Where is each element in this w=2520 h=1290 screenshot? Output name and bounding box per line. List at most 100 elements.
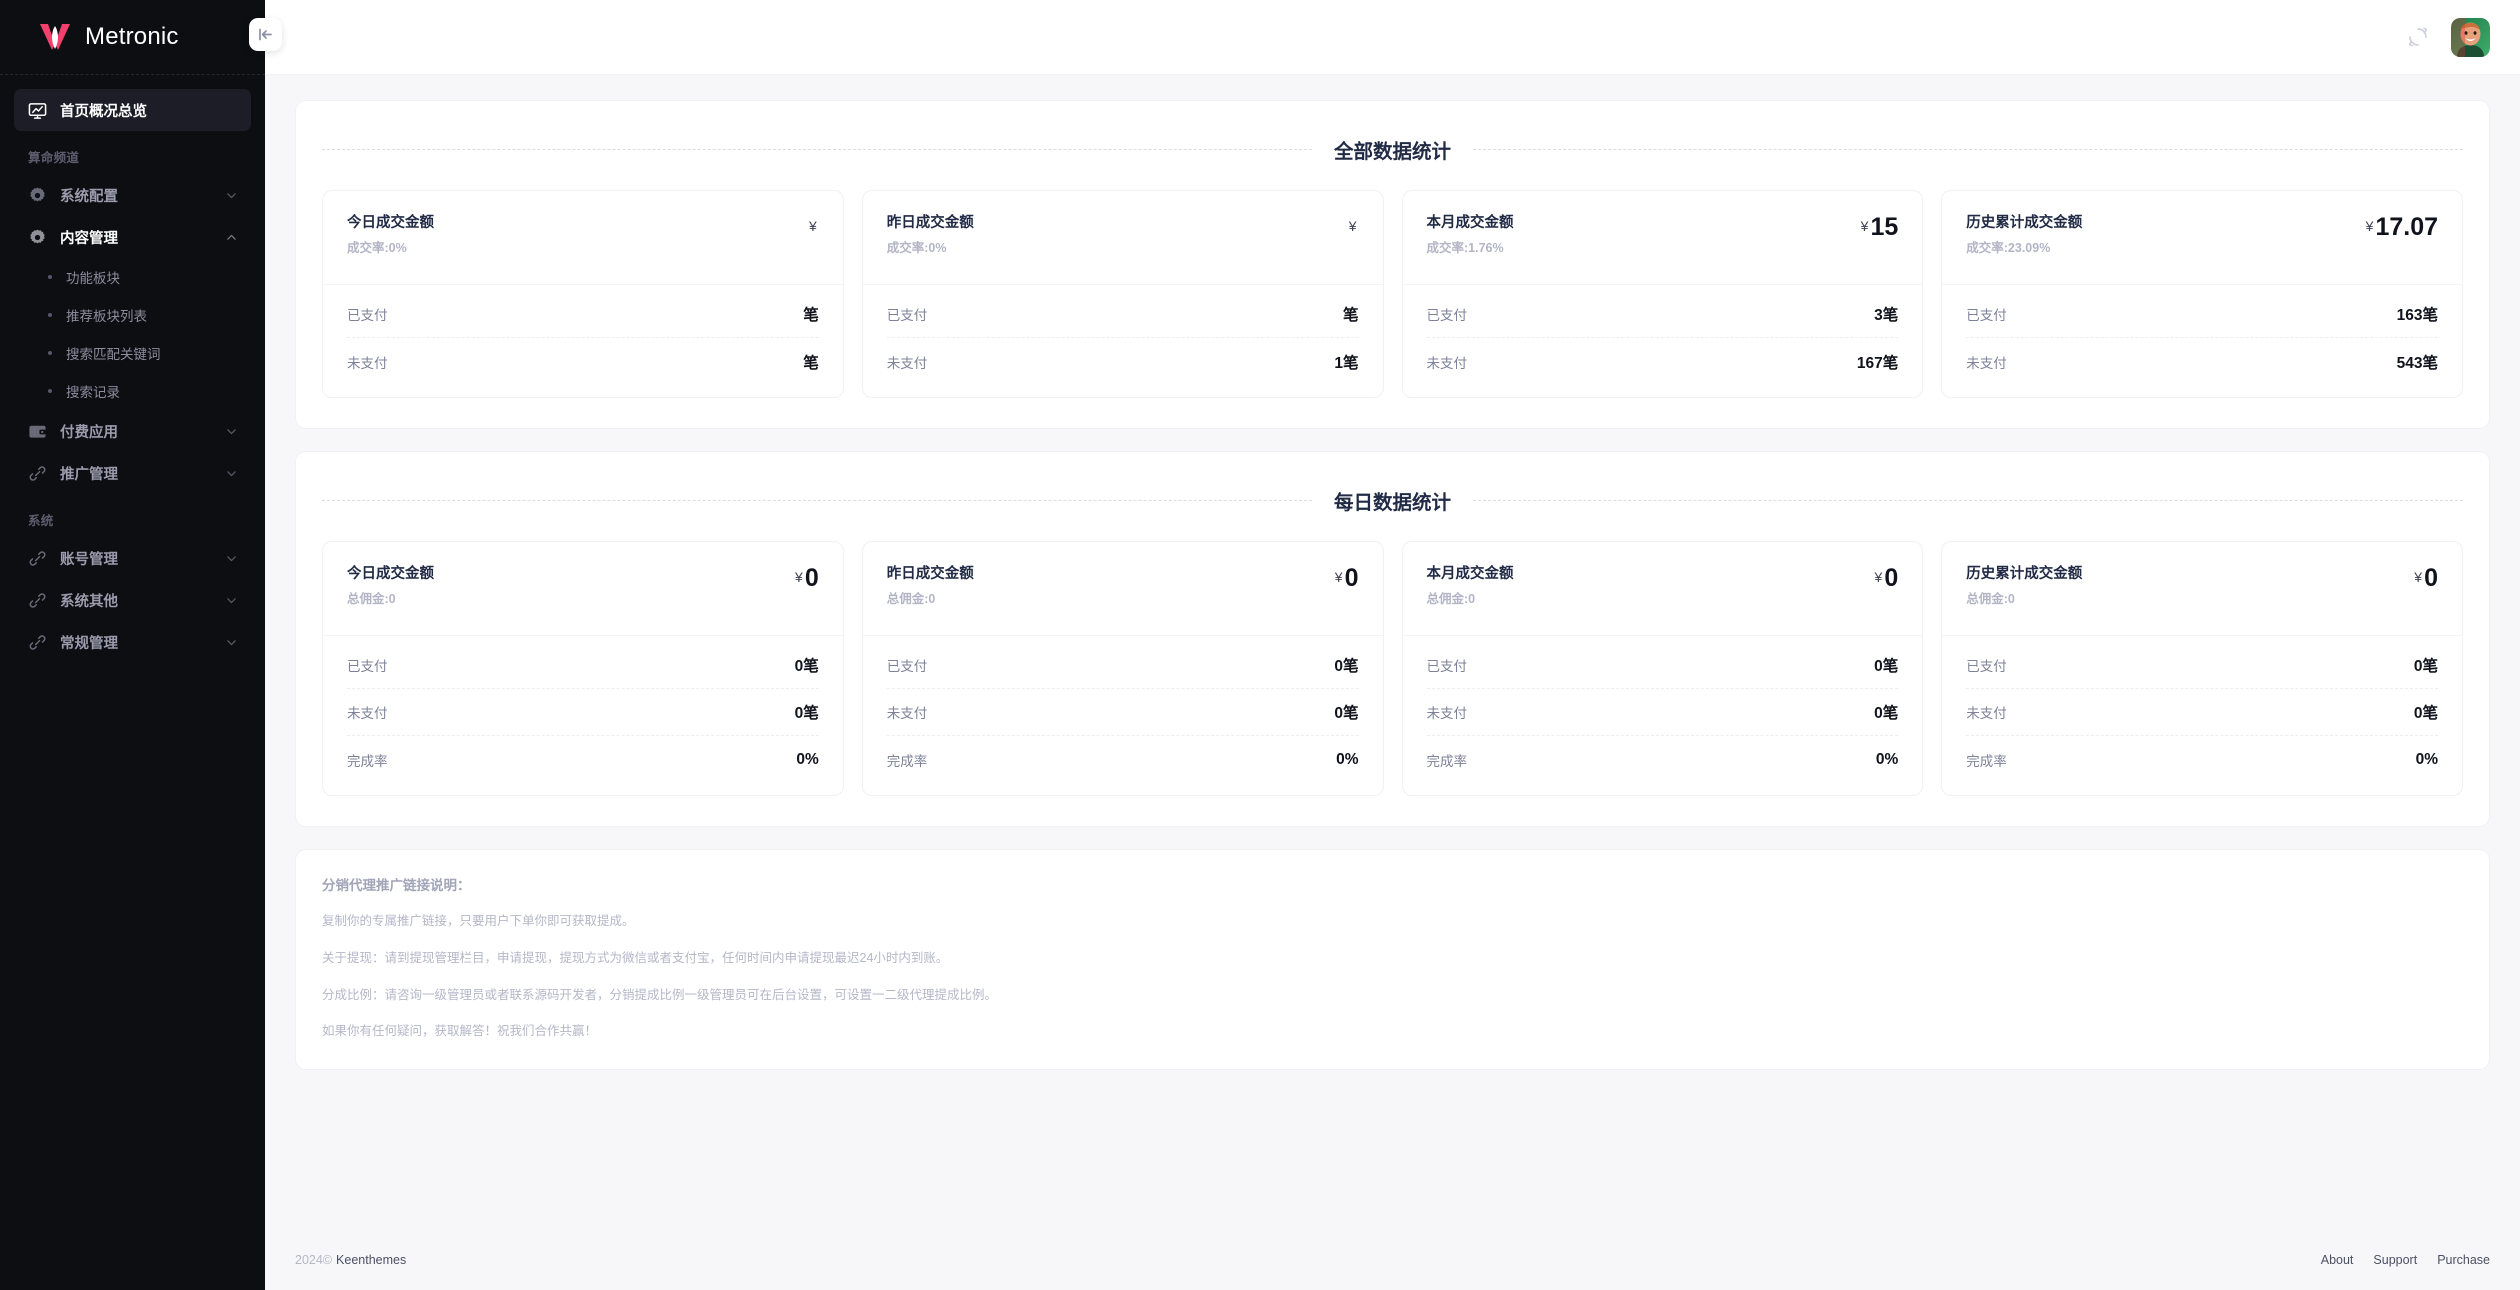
- chevron-down-icon: [227, 428, 236, 434]
- sidebar-item-general-management[interactable]: 常规管理: [14, 621, 251, 663]
- stat-row-label: 已支付: [1966, 308, 2007, 324]
- stat-card-subtitle: 总佣金:0: [1966, 592, 2015, 607]
- footer-link-purchase[interactable]: Purchase: [2437, 1253, 2490, 1267]
- link-icon: [29, 465, 46, 481]
- content-scroll: 全部数据统计 今日成交金额 成交率:0% ¥ 已支付 笔 未支付 笔 昨日成交金…: [265, 75, 2520, 1228]
- stat-card-amount: ¥0: [1335, 564, 1359, 591]
- sidebar-item-home[interactable]: 首页概况总览: [14, 89, 251, 131]
- stat-row-value: 0笔: [2413, 658, 2438, 676]
- sidebar-item-system-config[interactable]: 系统配置: [14, 174, 251, 216]
- user-avatar[interactable]: [2451, 17, 2490, 57]
- stat-card-header: 今日成交金额 总佣金:0 ¥0: [323, 542, 843, 637]
- stat-row: 完成率 0%: [1966, 736, 2438, 783]
- title-divider-right: [1473, 500, 2464, 502]
- stat-card[interactable]: 历史累计成交金额 总佣金:0 ¥0 已支付 0笔 未支付 0笔 完成率 0%: [1941, 541, 2463, 797]
- stat-row-value: 0笔: [2413, 705, 2438, 723]
- stat-row-label: 已支付: [886, 659, 928, 675]
- stat-card-amount: ¥0: [2414, 564, 2438, 591]
- stat-row-label: 已支付: [1966, 659, 2007, 675]
- stat-card-subtitle: 总佣金:0: [886, 592, 936, 607]
- stat-row: 已支付 0笔: [886, 642, 1359, 690]
- notes-line: 如果你有任何疑问，获取解答！祝我们合作共赢！: [322, 1024, 598, 1039]
- topbar: [265, 0, 2520, 75]
- footer-copyright: 2024© Keenthemes: [295, 1253, 406, 1267]
- stat-card-header: 历史累计成交金额 成交率:23.09% ¥17.07: [1942, 191, 2462, 286]
- stat-card[interactable]: 今日成交金额 成交率:0% ¥ 已支付 笔 未支付 笔: [322, 190, 844, 399]
- footer-link-support[interactable]: Support: [2373, 1253, 2417, 1267]
- currency-symbol: ¥: [1348, 218, 1357, 234]
- stat-card[interactable]: 今日成交金额 总佣金:0 ¥0 已支付 0笔 未支付 0笔 完成率 0%: [322, 541, 844, 797]
- stat-card[interactable]: 本月成交金额 总佣金:0 ¥0 已支付 0笔 未支付 0笔 完成率 0%: [1401, 541, 1924, 797]
- stat-row-label: 未支付: [1426, 706, 1468, 722]
- stat-row: 完成率 0%: [1427, 736, 1899, 783]
- currency-symbol: ¥: [2365, 218, 2374, 234]
- bullet-icon: [48, 351, 52, 355]
- currency-symbol: ¥: [1334, 569, 1343, 586]
- stat-row-value: 3笔: [1874, 307, 1899, 325]
- notes-title: 分销代理推广链接说明：: [322, 878, 471, 894]
- sidebar: Metronic 首页概况总览 算命频道 系统配置 内容管理 功能板块 推荐板块…: [0, 0, 265, 1290]
- stat-card[interactable]: 昨日成交金额 总佣金:0 ¥0 已支付 0笔 未支付 0笔 完成率 0%: [861, 541, 1384, 797]
- stat-card-subtitle: 总佣金:0: [347, 592, 396, 607]
- stat-card-body: 已支付 笔 未支付 1笔: [863, 285, 1383, 397]
- stat-card-title: 本月成交金额: [1426, 566, 1514, 583]
- stat-row: 完成率 0%: [347, 736, 819, 783]
- stat-card-amount: ¥0: [1875, 564, 1899, 591]
- title-divider-right: [1473, 149, 2464, 150]
- stat-card-title: 昨日成交金额: [886, 215, 974, 231]
- stat-row: 已支付 163笔: [1966, 291, 2438, 339]
- sidebar-item-account-management-label: 账号管理: [60, 551, 118, 568]
- stat-card[interactable]: 历史累计成交金额 成交率:23.09% ¥17.07 已支付 163笔 未支付 …: [1941, 190, 2463, 399]
- sidebar-subitem-search-records[interactable]: 搜索记录: [14, 372, 251, 410]
- stat-row-label: 已支付: [1426, 308, 1468, 324]
- footer-link-about[interactable]: About: [2321, 1253, 2354, 1267]
- stat-row-value: 笔: [803, 307, 819, 325]
- stat-row-value: 0%: [1336, 750, 1359, 768]
- stat-row: 已支付 0笔: [1966, 642, 2438, 690]
- sidebar-item-content-management[interactable]: 内容管理: [14, 216, 251, 258]
- stat-row-value: 0%: [796, 750, 819, 768]
- stat-row-value: 0%: [1875, 750, 1899, 768]
- amount-value: 0: [1884, 564, 1899, 593]
- brand-name: Metronic: [85, 23, 179, 50]
- main-area: 全部数据统计 今日成交金额 成交率:0% ¥ 已支付 笔 未支付 笔 昨日成交金…: [249, 0, 2520, 1290]
- sidebar-subitem-label: 功能板块: [66, 271, 120, 286]
- sidebar-item-account-management[interactable]: 账号管理: [14, 537, 251, 579]
- stat-row-label: 未支付: [1966, 706, 2007, 722]
- sidebar-subitem-search-keywords[interactable]: 搜索匹配关键词: [14, 334, 251, 372]
- footer-company[interactable]: Keenthemes: [336, 1253, 406, 1267]
- stat-row-label: 未支付: [347, 706, 388, 722]
- section-title: 全部数据统计: [1334, 141, 1452, 163]
- title-divider-left: [322, 500, 1312, 502]
- sidebar-subitem-function-modules[interactable]: 功能板块: [14, 258, 251, 296]
- stat-cards-row: 今日成交金额 总佣金:0 ¥0 已支付 0笔 未支付 0笔 完成率 0% 昨日成…: [322, 541, 2463, 797]
- sidebar-subitem-recommend-list[interactable]: 推荐板块列表: [14, 296, 251, 334]
- sidebar-collapse-button[interactable]: [249, 18, 282, 51]
- stat-row-value: 0%: [2415, 750, 2438, 768]
- sidebar-section-system: 系统: [28, 514, 54, 528]
- chevron-down-icon: [227, 470, 236, 476]
- stat-card[interactable]: 本月成交金额 成交率:1.76% ¥15 已支付 3笔 未支付 167笔: [1401, 190, 1924, 399]
- stat-card-subtitle: 总佣金:0: [1426, 592, 1476, 607]
- amount-value: 0: [1344, 564, 1359, 593]
- stat-row: 未支付 0笔: [1966, 689, 2438, 737]
- sidebar-item-paid-apps[interactable]: 付费应用: [14, 410, 251, 452]
- stat-row-label: 已支付: [347, 659, 388, 675]
- stat-row-label: 已支付: [347, 308, 388, 324]
- sidebar-subitem-label: 搜索匹配关键词: [66, 347, 161, 362]
- stat-row-label: 完成率: [1426, 753, 1468, 769]
- chevron-down-icon: [227, 639, 236, 645]
- link-icon: [29, 634, 46, 650]
- stat-card[interactable]: 昨日成交金额 成交率:0% ¥ 已支付 笔 未支付 1笔: [861, 190, 1384, 399]
- stat-row: 未支付 0笔: [886, 689, 1359, 737]
- sidebar-item-promotion-management[interactable]: 推广管理: [14, 452, 251, 494]
- stat-row: 已支付 0笔: [1426, 642, 1899, 690]
- sidebar-brand[interactable]: Metronic: [0, 0, 265, 75]
- stat-card-amount: ¥: [1349, 213, 1359, 240]
- footer: 2024© Keenthemes About Support Purchase: [265, 1228, 2520, 1290]
- sidebar-item-system-other[interactable]: 系统其他: [14, 579, 251, 621]
- stat-card-body: 已支付 笔 未支付 笔: [323, 285, 843, 397]
- notes-line: 关于提现：请到提现管理栏目，申请提现，提现方式为微信或者支付宝，任何时间内申请提…: [322, 950, 949, 965]
- dashboard-icon: [28, 102, 47, 119]
- stat-row-label: 完成率: [347, 753, 388, 769]
